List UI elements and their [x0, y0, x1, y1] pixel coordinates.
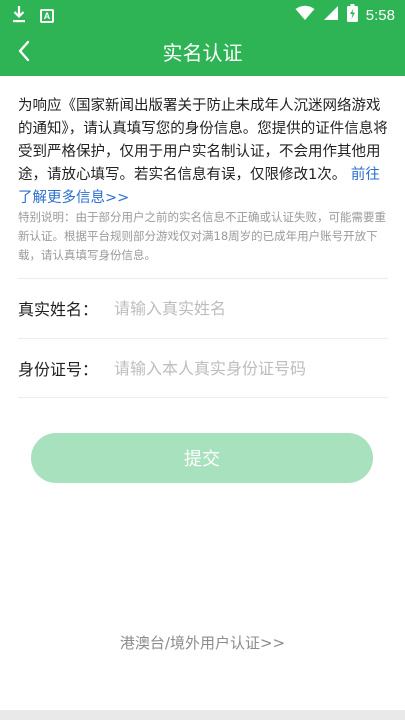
real-name-input[interactable]: [114, 288, 388, 328]
name-label: 真实姓名：: [18, 300, 99, 319]
status-bar: A 5:58: [0, 0, 405, 30]
id-label: 身份证号：: [18, 360, 99, 379]
notice-text: 为响应《国家新闻出版署关于防止未成年人沉迷网络游戏的通知》，请认真填写您的身份信…: [18, 95, 390, 210]
bottom-band: [0, 710, 405, 720]
wifi-icon: [295, 5, 315, 25]
submit-button[interactable]: 提交: [31, 433, 373, 483]
signal-icon: [323, 5, 339, 25]
clock: 5:58: [365, 6, 395, 24]
status-right: 5:58: [295, 4, 395, 26]
download-icon: [12, 5, 26, 27]
overseas-auth-link[interactable]: 港澳台/境外用户认证>>: [0, 632, 405, 653]
page-title: 实名认证: [162, 41, 243, 65]
id-field-row: 身份证号：: [18, 340, 388, 396]
id-number-input[interactable]: [114, 348, 388, 388]
app-bar: 实名认证: [0, 30, 405, 76]
special-note: 特别说明：由于部分用户之前的实名信息不正确或认证失败，可能需要重新认证。根据平台…: [18, 210, 386, 262]
app-a-icon: A: [40, 9, 54, 23]
notice-body: 为响应《国家新闻出版署关于防止未成年人沉迷网络游戏的通知》，请认真填写您的身份信…: [18, 98, 388, 183]
divider: [18, 278, 388, 279]
status-left: A: [12, 5, 54, 27]
divider: [18, 338, 388, 339]
divider: [18, 397, 388, 398]
battery-charging-icon: [346, 4, 358, 26]
name-field-row: 真实姓名：: [18, 280, 388, 336]
